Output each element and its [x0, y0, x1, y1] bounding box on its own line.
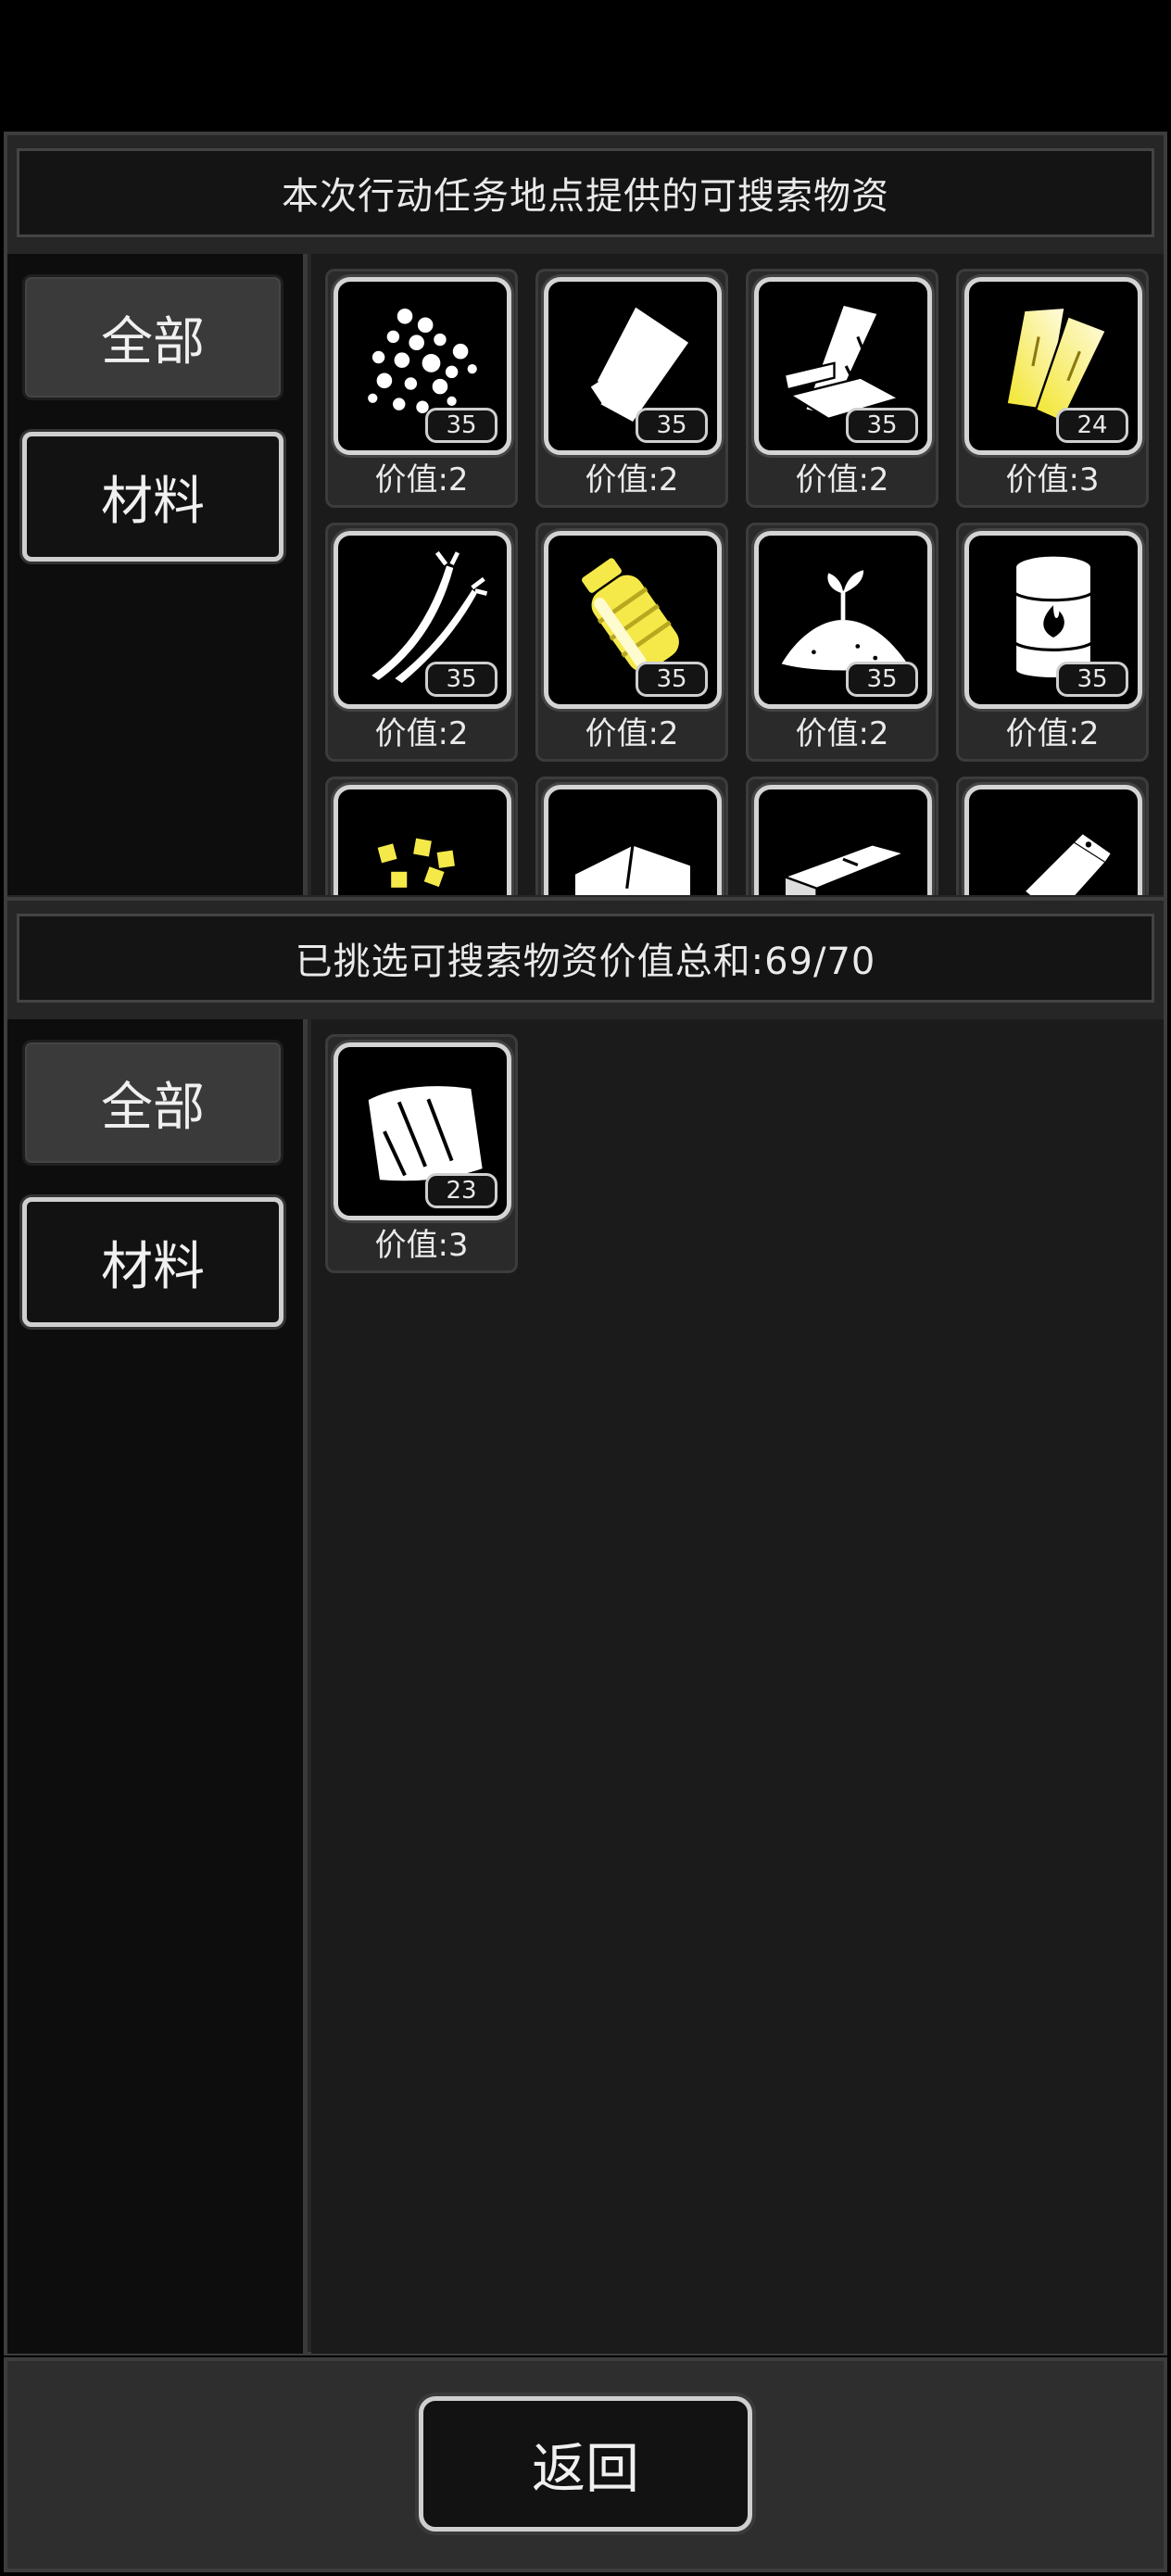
item-value: 价值:2	[585, 715, 679, 752]
item-tile[interactable]: 35	[334, 277, 511, 455]
fabric-icon	[573, 843, 693, 895]
item-card[interactable]	[325, 777, 518, 895]
item-tile[interactable]: 35	[754, 277, 932, 455]
item-count: 35	[636, 408, 708, 443]
item-card[interactable]: 35 价值:2	[325, 269, 518, 508]
top-panel-title: 本次行动任务地点提供的可搜索物资	[17, 148, 1154, 237]
item-tile[interactable]: 35	[964, 531, 1142, 709]
top-tab-all[interactable]: 全部	[22, 274, 283, 400]
item-tile[interactable]	[754, 785, 932, 895]
item-tile[interactable]: 35	[334, 531, 511, 709]
item-count: 35	[1056, 662, 1128, 697]
yellow-cubes-icon	[375, 836, 458, 890]
item-count: 35	[425, 662, 497, 697]
item-value: 价值:2	[795, 461, 889, 499]
item-value: 价值:3	[1005, 461, 1100, 499]
item-tile[interactable]: 35	[754, 531, 932, 709]
item-tile[interactable]	[334, 785, 511, 895]
item-value: 价值:3	[374, 1227, 469, 1264]
item-value: 价值:2	[585, 461, 679, 499]
item-card[interactable]: 35 价值:2	[325, 523, 518, 762]
item-card[interactable]: 35 价值:2	[746, 269, 938, 508]
item-count: 23	[425, 1173, 497, 1208]
item-card[interactable]: 35 价值:2	[535, 523, 728, 762]
back-button[interactable]: 返回	[419, 2396, 752, 2532]
selected-item-grid[interactable]: 23 价值:3	[311, 1019, 1164, 2354]
metal-bar-icon	[781, 843, 909, 895]
item-count: 35	[846, 408, 918, 443]
item-count: 35	[425, 408, 497, 443]
top-item-grid[interactable]: 35 价值:2 35 价值:2 35 价值:2 24 价值:3 35 价值:2 …	[311, 254, 1164, 895]
item-tile[interactable]: 35	[544, 531, 722, 709]
item-card[interactable]	[746, 777, 938, 895]
bottom-tab-all[interactable]: 全部	[22, 1040, 283, 1166]
item-card[interactable]	[535, 777, 728, 895]
item-tile[interactable]	[964, 785, 1142, 895]
item-count: 35	[636, 662, 708, 697]
item-value: 价值:2	[1005, 715, 1100, 752]
item-count: 24	[1056, 408, 1128, 443]
item-tile[interactable]	[544, 785, 722, 895]
bottom-tab-materials[interactable]: 材料	[22, 1197, 283, 1327]
item-card[interactable]: 35 价值:2	[956, 523, 1149, 762]
top-tab-materials[interactable]: 材料	[22, 432, 283, 562]
item-card[interactable]: 24 价值:3	[956, 269, 1149, 508]
item-value: 价值:2	[374, 461, 469, 499]
item-card[interactable]	[956, 777, 1149, 895]
item-card[interactable]: 35 价值:2	[535, 269, 728, 508]
item-count: 35	[846, 662, 918, 697]
item-tile[interactable]: 23	[334, 1042, 511, 1220]
item-value: 价值:2	[374, 715, 469, 752]
selected-total-title: 已挑选可搜索物资价值总和:69/70	[17, 914, 1154, 1003]
selected-item-card[interactable]: 23 价值:3	[325, 1034, 518, 1273]
item-tile[interactable]: 35	[544, 277, 722, 455]
item-tile[interactable]: 24	[964, 277, 1142, 455]
item-value: 价值:2	[795, 715, 889, 752]
bag-icon	[1022, 831, 1114, 895]
item-card[interactable]: 35 价值:2	[746, 523, 938, 762]
